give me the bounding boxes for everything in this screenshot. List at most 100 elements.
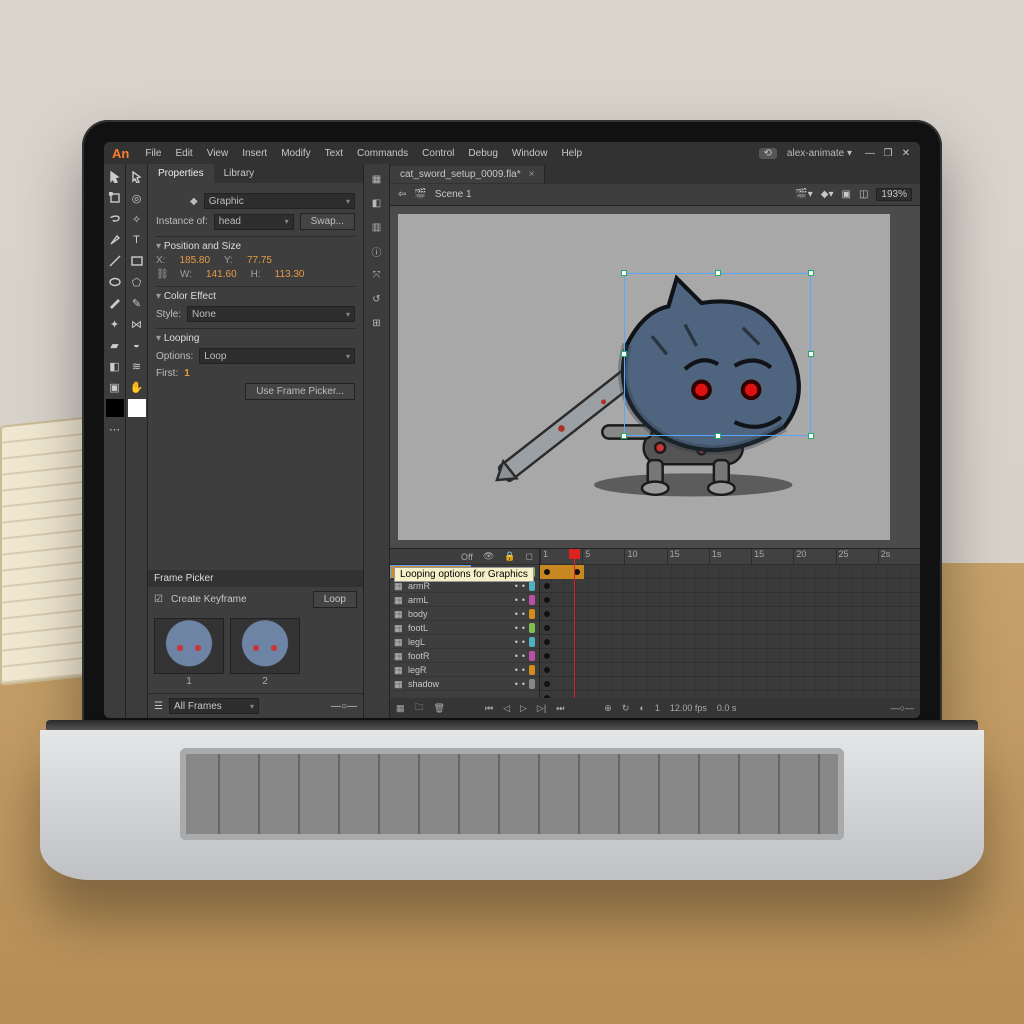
outline-header-icon[interactable]: ◻: [526, 551, 533, 562]
menu-view[interactable]: View: [201, 145, 235, 162]
visibility-header-icon[interactable]: 👁: [483, 551, 494, 562]
zoom-slider-icon[interactable]: —○—: [331, 701, 357, 712]
transform-panel-icon[interactable]: ⤧: [368, 266, 386, 284]
document-tab[interactable]: cat_sword_setup_0009.fla*×: [390, 166, 545, 183]
loop-toggle-icon[interactable]: ↻: [622, 703, 630, 714]
menu-text[interactable]: Text: [319, 145, 349, 162]
line-tool-icon[interactable]: [106, 252, 124, 270]
frame-row-shadow[interactable]: [540, 691, 920, 698]
frame-thumb-1[interactable]: 1: [154, 618, 224, 687]
free-transform-tool-icon[interactable]: [106, 189, 124, 207]
pencil-tool-icon[interactable]: [106, 294, 124, 312]
bone-tool-icon[interactable]: ✦: [106, 315, 124, 333]
camera-tool-icon[interactable]: ▣: [106, 378, 124, 396]
symbol-type-dropdown[interactable]: Graphic: [204, 193, 355, 209]
section-looping[interactable]: Looping: [156, 333, 355, 344]
lock-aspect-icon[interactable]: ⛓: [156, 269, 166, 280]
layer-shadow[interactable]: ▦shadow••: [390, 677, 539, 691]
fps-field[interactable]: 12.00 fps: [670, 703, 707, 713]
subselection-tool-icon[interactable]: [128, 168, 146, 186]
width-tool-icon[interactable]: ≋: [128, 357, 146, 375]
prop-y[interactable]: 77.75: [247, 255, 272, 266]
lasso-tool-icon[interactable]: [106, 210, 124, 228]
all-frames-dropdown[interactable]: All Frames: [169, 698, 259, 714]
tab-library[interactable]: Library: [214, 164, 265, 183]
menu-window[interactable]: Window: [506, 145, 554, 162]
menu-modify[interactable]: Modify: [275, 145, 316, 162]
stage-viewport[interactable]: [390, 206, 920, 548]
scene-crumb[interactable]: Scene 1: [435, 189, 472, 200]
frame-row-legL[interactable]: [540, 649, 920, 663]
loop-options-dropdown[interactable]: Loop: [199, 348, 355, 364]
style-dropdown[interactable]: None: [187, 306, 355, 322]
delete-layer-icon[interactable]: 🗑: [434, 703, 445, 714]
loop-first-value[interactable]: 1: [184, 368, 190, 379]
components-panel-icon[interactable]: ⊞: [368, 314, 386, 332]
layer-legL[interactable]: ▦legL••: [390, 635, 539, 649]
new-layer-icon[interactable]: ▦: [396, 703, 405, 714]
menu-insert[interactable]: Insert: [236, 145, 273, 162]
swap-button[interactable]: Swap...: [300, 213, 355, 230]
layer-body[interactable]: ▦body••: [390, 607, 539, 621]
swatch-options-icon[interactable]: ⋯: [106, 420, 124, 438]
prop-x[interactable]: 185.80: [179, 255, 210, 266]
info-panel-icon[interactable]: ⓘ: [368, 242, 386, 260]
layer-footR[interactable]: ▦footR••: [390, 649, 539, 663]
hand-tool-icon[interactable]: ✋: [128, 378, 146, 396]
frame-row-legR[interactable]: [540, 677, 920, 691]
layer-armL[interactable]: ▦armL••: [390, 593, 539, 607]
clip-content-icon[interactable]: ◫: [859, 189, 868, 200]
section-color-effect[interactable]: Color Effect: [156, 291, 355, 302]
swatch-black-icon[interactable]: [106, 399, 124, 417]
lock-header-icon[interactable]: 🔒: [504, 551, 515, 562]
swatches-panel-icon[interactable]: ▥: [368, 218, 386, 236]
frame-row-armL[interactable]: [540, 607, 920, 621]
prev-frame-icon[interactable]: ◁: [503, 703, 510, 714]
timeline-grid[interactable]: 1510151s1520252s: [540, 549, 920, 698]
ink-bottle-tool-icon[interactable]: ◒: [128, 336, 146, 354]
menu-control[interactable]: Control: [416, 145, 460, 162]
frame-row-armR[interactable]: [540, 593, 920, 607]
frame-picker-list-icon[interactable]: ☰: [154, 701, 163, 712]
first-frame-icon[interactable]: ⏮: [485, 703, 493, 714]
prop-w[interactable]: 141.60: [206, 269, 237, 280]
selection-tool-icon[interactable]: [106, 168, 124, 186]
new-folder-icon[interactable]: 🗀: [415, 700, 424, 716]
frame-picker-loop-button[interactable]: Loop: [313, 591, 357, 608]
magic-wand-tool-icon[interactable]: ✧: [128, 210, 146, 228]
menu-commands[interactable]: Commands: [351, 145, 414, 162]
polystar-tool-icon[interactable]: ⬠: [128, 273, 146, 291]
color-panel-icon[interactable]: ◧: [368, 194, 386, 212]
instance-of-field[interactable]: head: [214, 214, 294, 230]
menu-edit[interactable]: Edit: [169, 145, 198, 162]
stage-canvas[interactable]: [398, 214, 890, 540]
oval-tool-icon[interactable]: [106, 273, 124, 291]
pen-tool-icon[interactable]: [106, 231, 124, 249]
current-frame[interactable]: 1: [655, 703, 660, 713]
tab-properties[interactable]: Properties: [148, 164, 214, 183]
selection-bounding-box[interactable]: [624, 273, 811, 436]
paint-bucket-tool-icon[interactable]: ▰: [106, 336, 124, 354]
frame-row-sword[interactable]: [540, 579, 920, 593]
create-keyframe-checkbox[interactable]: ☑: [154, 594, 163, 605]
edit-symbol-icon[interactable]: ◆▾: [821, 189, 834, 200]
frame-row-body[interactable]: [540, 621, 920, 635]
menu-debug[interactable]: Debug: [462, 145, 503, 162]
bind-tool-icon[interactable]: ⋈: [128, 315, 146, 333]
zoom-field[interactable]: 193%: [876, 188, 912, 201]
play-icon[interactable]: ▷: [520, 703, 527, 714]
edit-scene-icon[interactable]: 🎬▾: [795, 189, 812, 200]
center-frame-icon[interactable]: ⊕: [604, 703, 612, 714]
frame-row-footL[interactable]: [540, 635, 920, 649]
text-tool-icon[interactable]: T: [128, 231, 146, 249]
use-frame-picker-button[interactable]: Use Frame Picker...: [245, 383, 355, 400]
align-panel-icon[interactable]: ▦: [368, 170, 386, 188]
window-close-icon[interactable]: ✕: [898, 148, 914, 159]
menu-file[interactable]: File: [139, 145, 167, 162]
history-panel-icon[interactable]: ↺: [368, 290, 386, 308]
playhead[interactable]: [574, 549, 575, 698]
layer-footL[interactable]: ▦footL••: [390, 621, 539, 635]
frame-row-footR[interactable]: [540, 663, 920, 677]
user-label[interactable]: alex-animate ▾: [779, 148, 860, 159]
last-frame-icon[interactable]: ⏭: [556, 703, 564, 714]
